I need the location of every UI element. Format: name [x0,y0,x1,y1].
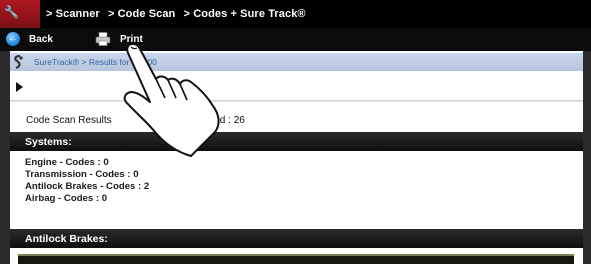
code-panel[interactable] [18,254,574,264]
systems-header: Systems: [10,132,583,151]
window-edge-left [0,51,10,264]
breadcrumb-code-scan[interactable]: > Code Scan [108,8,175,20]
antilock-brakes-header: Antilock Brakes: [10,229,583,248]
list-item[interactable]: Transmission - Codes : 0 [25,169,139,180]
breadcrumb: > Scanner > Code Scan > Codes + Sure Tra… [46,8,311,20]
antilock-brakes-body [10,249,583,264]
print-icon [95,32,111,46]
results-label: Code Scan Results [26,115,112,126]
expand-row[interactable] [10,73,583,101]
back-button[interactable]: ← Back [6,32,53,46]
suretrack-breadcrumb[interactable]: SureTrack® > Results for U0100 [10,53,583,71]
app-window: 🔧 > Scanner > Code Scan > Codes + Sure T… [0,0,591,264]
systems-list: Engine - Codes : 0 Transmission - Codes … [10,151,583,228]
antilock-brakes-header-label: Antilock Brakes: [25,233,108,245]
results-count: detected : 26 [187,115,245,126]
breadcrumb-codes-suretrack[interactable]: > Codes + Sure Track® [184,8,306,20]
breadcrumb-scanner[interactable]: > Scanner [46,8,100,20]
systems-header-label: Systems: [25,136,72,148]
code-scan-results: Code Scan Results detected : 26 [10,101,583,132]
list-item[interactable]: Airbag - Codes : 0 [25,193,107,204]
expand-arrow-icon[interactable] [16,82,23,92]
suretrack-icon [14,55,23,69]
title-bar: 🔧 > Scanner > Code Scan > Codes + Sure T… [0,0,591,28]
home-icon[interactable]: 🔧 [0,0,40,28]
list-item[interactable]: Antilock Brakes - Codes : 2 [25,181,149,192]
window-edge-right [583,51,591,264]
suretrack-breadcrumb-text: SureTrack® > Results for U0100 [34,57,157,67]
print-label: Print [120,33,143,45]
print-button[interactable]: Print [95,32,143,46]
back-label: Back [29,33,53,45]
toolbar: ← Back Print [0,28,591,51]
list-item[interactable]: Engine - Codes : 0 [25,157,109,168]
back-icon: ← [6,32,20,46]
